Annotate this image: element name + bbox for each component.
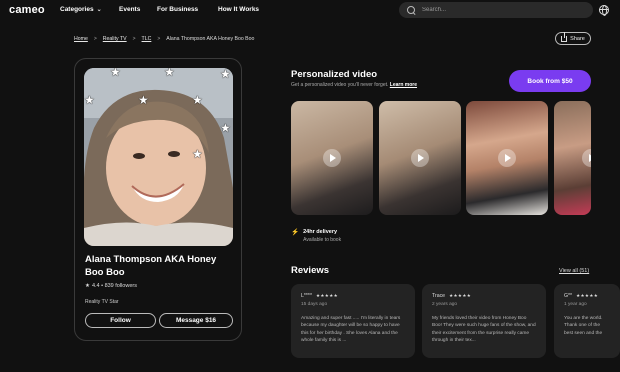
star-icon: ★ [192, 147, 203, 161]
learn-more-link[interactable]: Learn more [390, 82, 417, 88]
review-date: 2 years ago [432, 302, 458, 307]
review-date: 1 year ago [564, 302, 587, 307]
breadcrumb-separator: > [157, 36, 161, 42]
review-card[interactable]: L**** ★★★★★ 15 days ago Amazing and supe… [291, 284, 415, 358]
breadcrumb-separator: > [132, 36, 136, 42]
review-text: Amazing and super fast ..... I'm literal… [301, 316, 401, 344]
review-text: You are the world. Thank one of the best… [564, 316, 603, 336]
breadcrumb-current: Alana Thompson AKA Honey Boo Boo [166, 36, 255, 42]
review-card[interactable]: G** ★★★★★ 1 year ago You are the world. … [554, 284, 620, 358]
review-text: My friends loved their video from Honey … [432, 316, 536, 344]
nav-for-business[interactable]: For Business [157, 6, 198, 13]
book-button[interactable]: Book from $50 [509, 70, 591, 92]
review-author: L**** [301, 293, 312, 299]
lightning-bolt-icon: ⚡ [291, 229, 300, 236]
review-header: G** ★★★★★ [564, 293, 610, 299]
cameo-logo[interactable]: cameo [9, 4, 45, 16]
nav-events[interactable]: Events [119, 6, 140, 13]
play-icon[interactable] [582, 149, 591, 167]
review-author: Trace [432, 293, 446, 299]
search-input[interactable] [422, 7, 572, 13]
star-icon: ★ [192, 93, 203, 107]
delivery-title: 24hr delivery [303, 229, 338, 235]
star-icon: ★ [220, 68, 231, 81]
star-icon: ★ [138, 93, 149, 107]
video-thumbnail[interactable] [291, 101, 373, 215]
profile-category: Reality TV Star [85, 299, 119, 305]
play-icon[interactable] [498, 149, 516, 167]
rating-and-followers: 4.4 • 839 followers [91, 283, 137, 289]
globe-icon[interactable] [599, 5, 609, 16]
share-label: Share [570, 35, 585, 42]
review-date: 15 days ago [301, 302, 328, 307]
review-stars: ★★★★★ [449, 293, 472, 298]
breadcrumb-reality-tv[interactable]: Reality TV [103, 36, 127, 42]
personalized-video-title: Personalized video [291, 69, 378, 80]
message-button[interactable]: Message $16 [159, 313, 233, 328]
nav-how-it-works[interactable]: How It Works [218, 6, 259, 13]
video-thumbnail[interactable] [554, 101, 591, 215]
chevron-down-icon: ⌄ [96, 7, 102, 13]
breadcrumb-home[interactable]: Home [74, 36, 88, 42]
search-bar[interactable] [399, 2, 593, 18]
review-author: G** [564, 293, 573, 299]
star-icon: ★ [84, 93, 95, 107]
search-icon [407, 5, 416, 15]
review-header: Trace ★★★★★ [432, 293, 536, 299]
star-icon: ★ [110, 68, 121, 79]
play-icon[interactable] [323, 149, 341, 167]
share-button[interactable]: Share [555, 31, 591, 45]
star-icon: ★ [220, 121, 231, 135]
delivery-info: ⚡ 24hr delivery Available to book [291, 229, 341, 243]
breadcrumb-tlc[interactable]: TLC [142, 36, 152, 42]
breadcrumb: Home > Reality TV > TLC > Alana Thompson… [74, 36, 254, 42]
top-nav: cameo Categories ⌄ Events For Business H… [0, 0, 620, 22]
profile-photo-illustration [84, 68, 233, 246]
nav-categories[interactable]: Categories ⌄ [60, 6, 102, 13]
personalized-video-subtitle: Get a personalized video you'll never fo… [291, 82, 417, 88]
view-all-reviews-link[interactable]: View all (51) [559, 268, 589, 274]
profile-card: ★ ★ ★ ★ ★ ★ ★ ★ Alana Thompson AKA Honey… [74, 58, 242, 341]
nav-categories-label: Categories [60, 6, 94, 13]
video-thumbnail[interactable] [466, 101, 548, 215]
star-icon: ★ [85, 283, 90, 289]
review-header: L**** ★★★★★ [301, 293, 405, 299]
review-stars: ★★★★★ [315, 293, 339, 298]
subtitle-text: Get a personalized video you'll never fo… [291, 82, 389, 88]
play-icon[interactable] [411, 149, 429, 167]
share-icon [561, 31, 568, 42]
review-stars: ★★★★★ [576, 293, 599, 298]
star-icon: ★ [164, 68, 175, 79]
delivery-subtitle: Available to book [303, 237, 342, 243]
follow-button[interactable]: Follow [85, 313, 156, 328]
reviews-title: Reviews [291, 265, 330, 276]
breadcrumb-separator: > [93, 36, 97, 42]
review-card[interactable]: Trace ★★★★★ 2 years ago My friends loved… [422, 284, 546, 358]
profile-name: Alana Thompson AKA Honey Boo Boo [85, 254, 217, 278]
video-thumbnail[interactable] [379, 101, 461, 215]
profile-stats: ★ 4.4 • 839 followers [85, 283, 137, 289]
profile-photo: ★ ★ ★ ★ ★ ★ ★ ★ [84, 68, 233, 246]
